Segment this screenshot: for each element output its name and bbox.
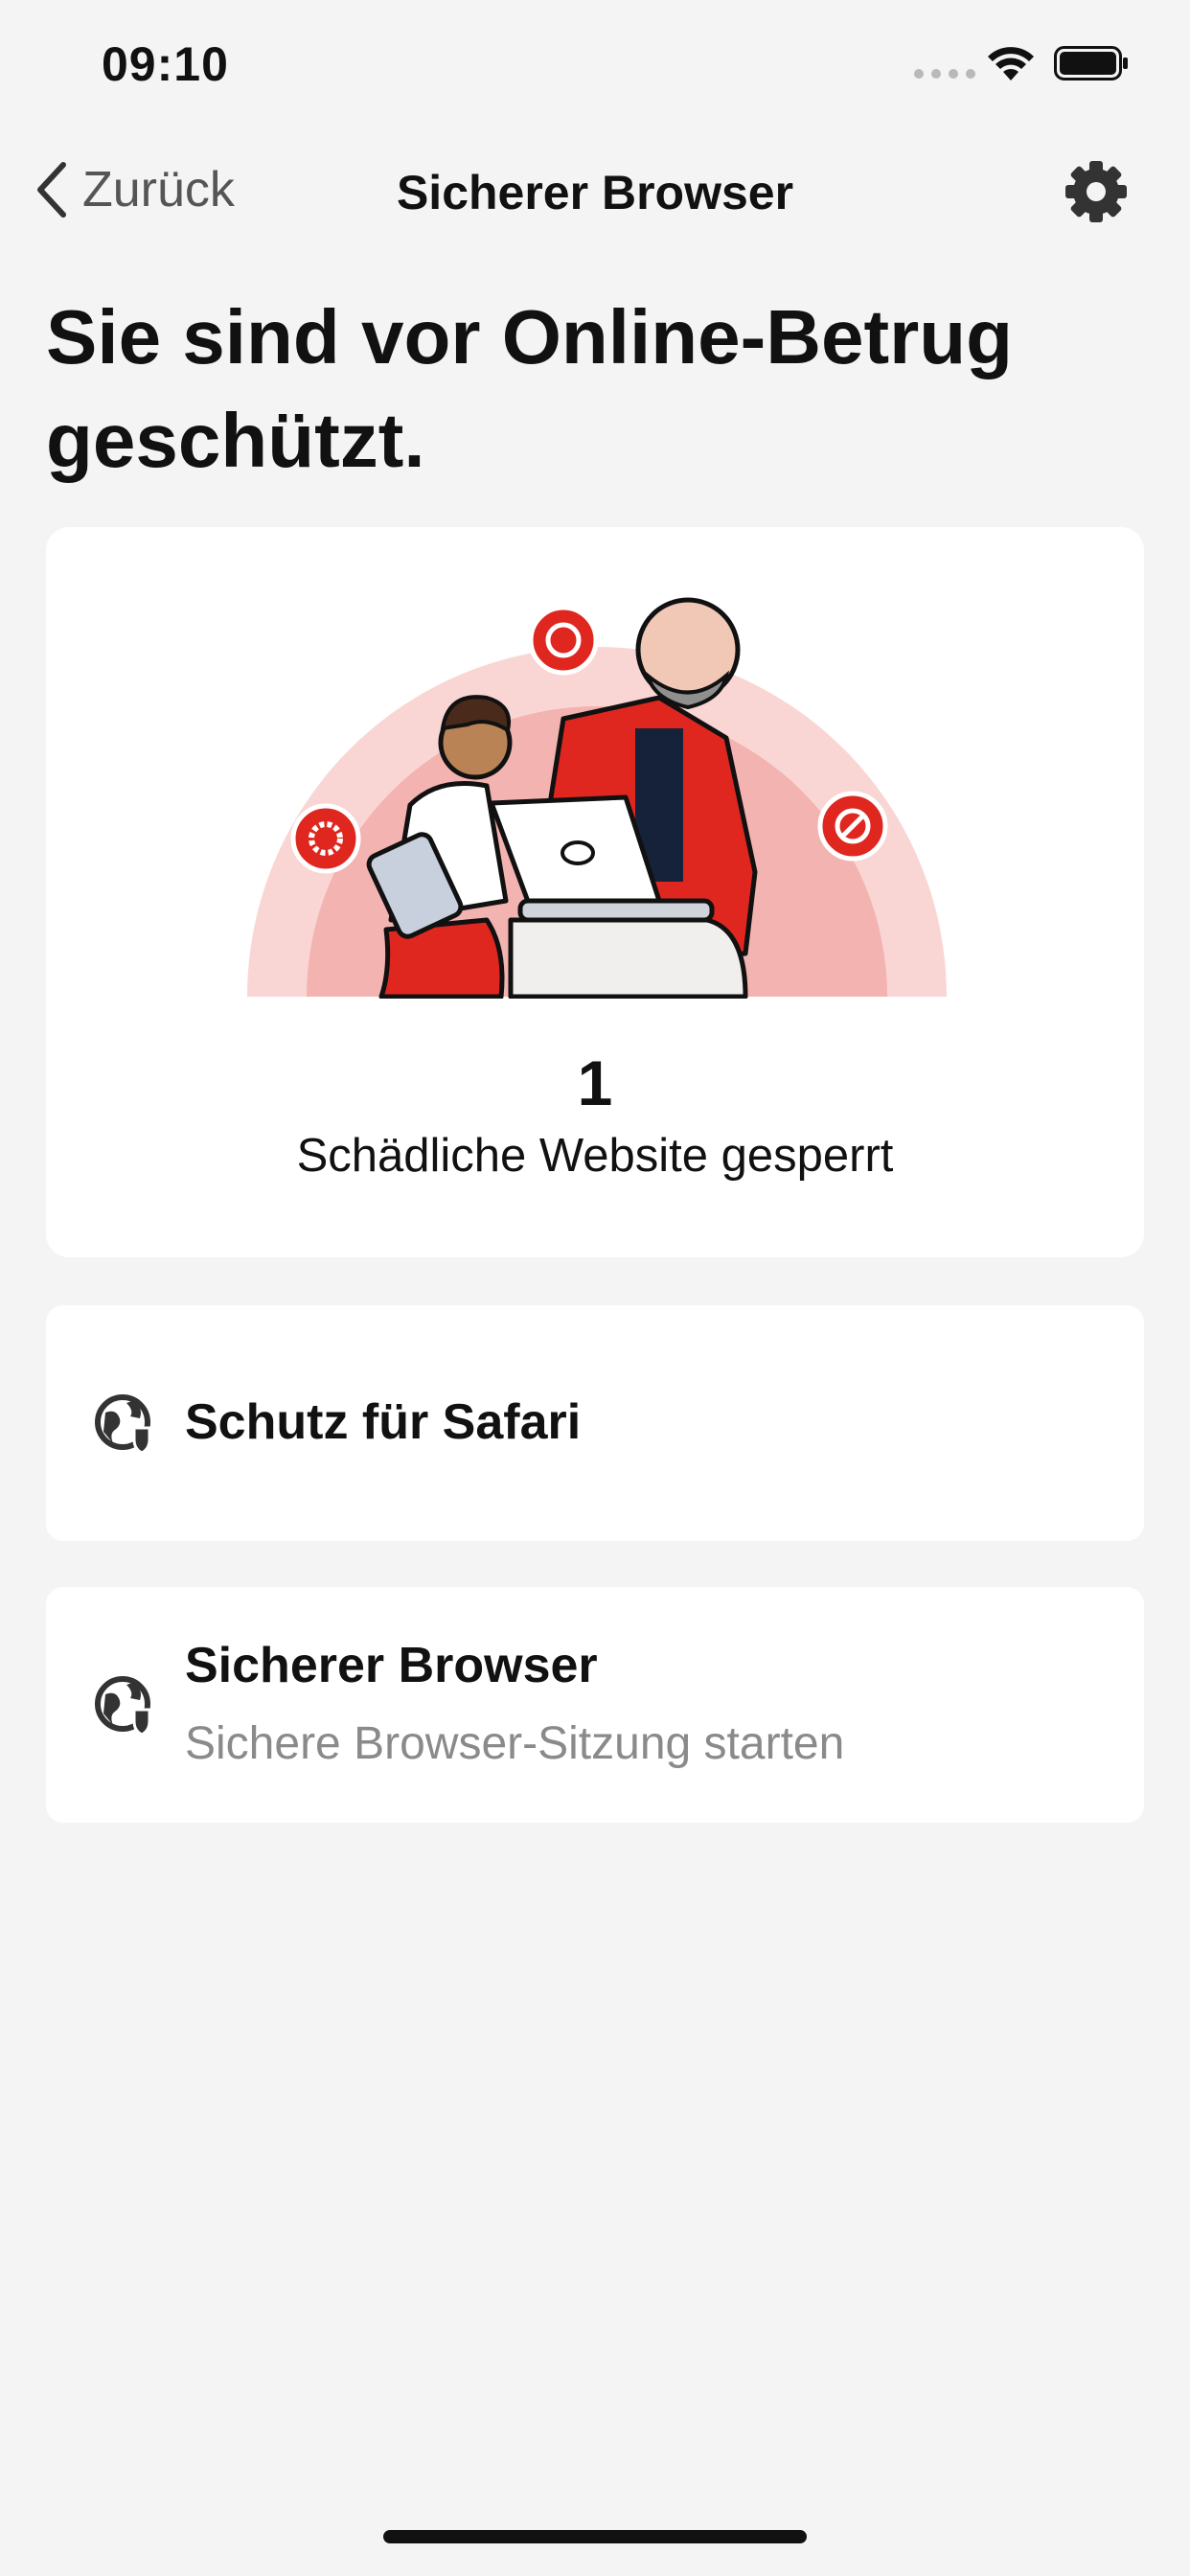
status-time: 09:10 xyxy=(102,37,229,91)
blocked-count-label: Schädliche Website gesperrt xyxy=(296,1130,894,1182)
globe-shield-badge-icon xyxy=(528,605,599,676)
page-headline: Sie sind vor Online-Betrug geschützt. xyxy=(46,294,1014,483)
protection-summary-card: 1 Schädliche Website gesperrt xyxy=(46,527,1144,1257)
status-bar: 09:10 xyxy=(0,0,1190,134)
blocked-badge-icon xyxy=(817,791,888,862)
wifi-icon xyxy=(988,47,1034,80)
secure-browser-title: Sicherer Browser xyxy=(185,1638,598,1693)
family-laptop-illustration xyxy=(247,597,947,999)
gear-badge-icon xyxy=(290,803,361,874)
secure-browser-card[interactable]: Sicherer Browser Sichere Browser-Sitzung… xyxy=(46,1587,1144,1823)
gear-icon[interactable] xyxy=(1062,157,1131,226)
secure-browser-subtitle: Sichere Browser-Sitzung starten xyxy=(185,1718,845,1769)
globe-shield-icon xyxy=(95,1394,151,1455)
battery-icon xyxy=(1054,46,1128,80)
nav-title: Sicherer Browser xyxy=(396,166,794,219)
safari-protection-card[interactable]: Schutz für Safari xyxy=(46,1305,1144,1541)
blocked-count: 1 xyxy=(577,1047,613,1118)
safari-protection-title: Schutz für Safari xyxy=(185,1394,582,1450)
cellular-signal-icon xyxy=(914,69,975,79)
navigation-bar: Zurück Sicherer Browser xyxy=(0,144,1190,236)
globe-shield-icon xyxy=(95,1676,151,1736)
home-indicator[interactable] xyxy=(383,2530,807,2543)
